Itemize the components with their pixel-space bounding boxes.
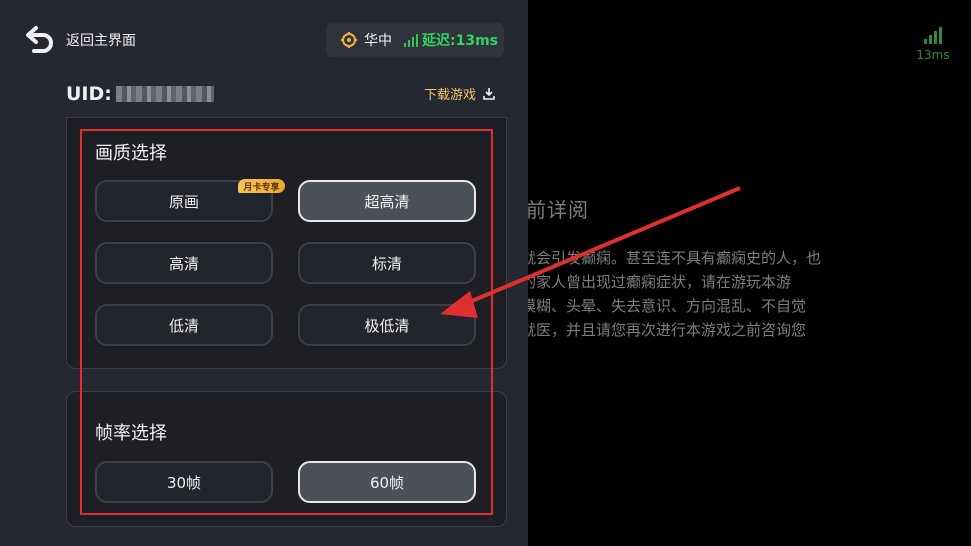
background-latency-indicator: 13ms [916, 26, 950, 62]
fps-option-60[interactable]: 60帧 [298, 461, 476, 503]
uid-label: UID: [66, 83, 112, 105]
fps-title: 帧率选择 [95, 423, 167, 444]
notice-line: 您的家人曾出现过癫痫症状，请在游玩本游 [506, 273, 792, 291]
download-label: 下载游戏 [424, 88, 477, 103]
fps-option-30[interactable]: 30帧 [95, 461, 273, 503]
signal-bars-icon [916, 26, 950, 44]
background-latency-label: 13ms [916, 48, 950, 62]
uid-display: UID: [66, 83, 214, 105]
notice-line: ，就会引发癫痫。甚至连不具有癫痫史的人，也 [506, 249, 822, 267]
notice-line: 视模糊、头晕、失去意识、方向混乱、不自觉 [506, 297, 807, 315]
quality-option-sd[interactable]: 标清 [298, 242, 476, 284]
quality-option-low[interactable]: 低清 [95, 304, 273, 346]
back-label[interactable]: 返回主界面 [66, 30, 136, 50]
quality-option-ultra-hd[interactable]: 超高清 [298, 180, 476, 222]
quality-title: 画质选择 [95, 143, 167, 164]
location-pin-icon [340, 31, 358, 49]
quality-option-very-low[interactable]: 极低清 [298, 304, 476, 346]
monthly-card-badge: 月卡专享 [238, 179, 285, 193]
notice-line: 即就医，并且请您再次进行本游戏之前咨询您 [506, 321, 807, 339]
quality-option-hd[interactable]: 高清 [95, 242, 273, 284]
latency-value: 延迟:13ms [422, 33, 499, 49]
uid-masked-value [115, 86, 214, 102]
back-arrow-icon [26, 26, 53, 53]
fps-card [66, 391, 507, 527]
settings-panel: 返回主界面 华中 延迟:13ms UID: 下载游戏 画质选择 原画 月卡专享 … [0, 0, 528, 546]
download-icon [483, 87, 495, 100]
download-game-button[interactable]: 下载游戏 [424, 84, 496, 103]
back-button[interactable] [20, 20, 60, 60]
region-latency-pill[interactable]: 华中 延迟:13ms [326, 23, 504, 57]
signal-bars-icon [404, 33, 418, 47]
region-name: 华中 [364, 33, 392, 49]
